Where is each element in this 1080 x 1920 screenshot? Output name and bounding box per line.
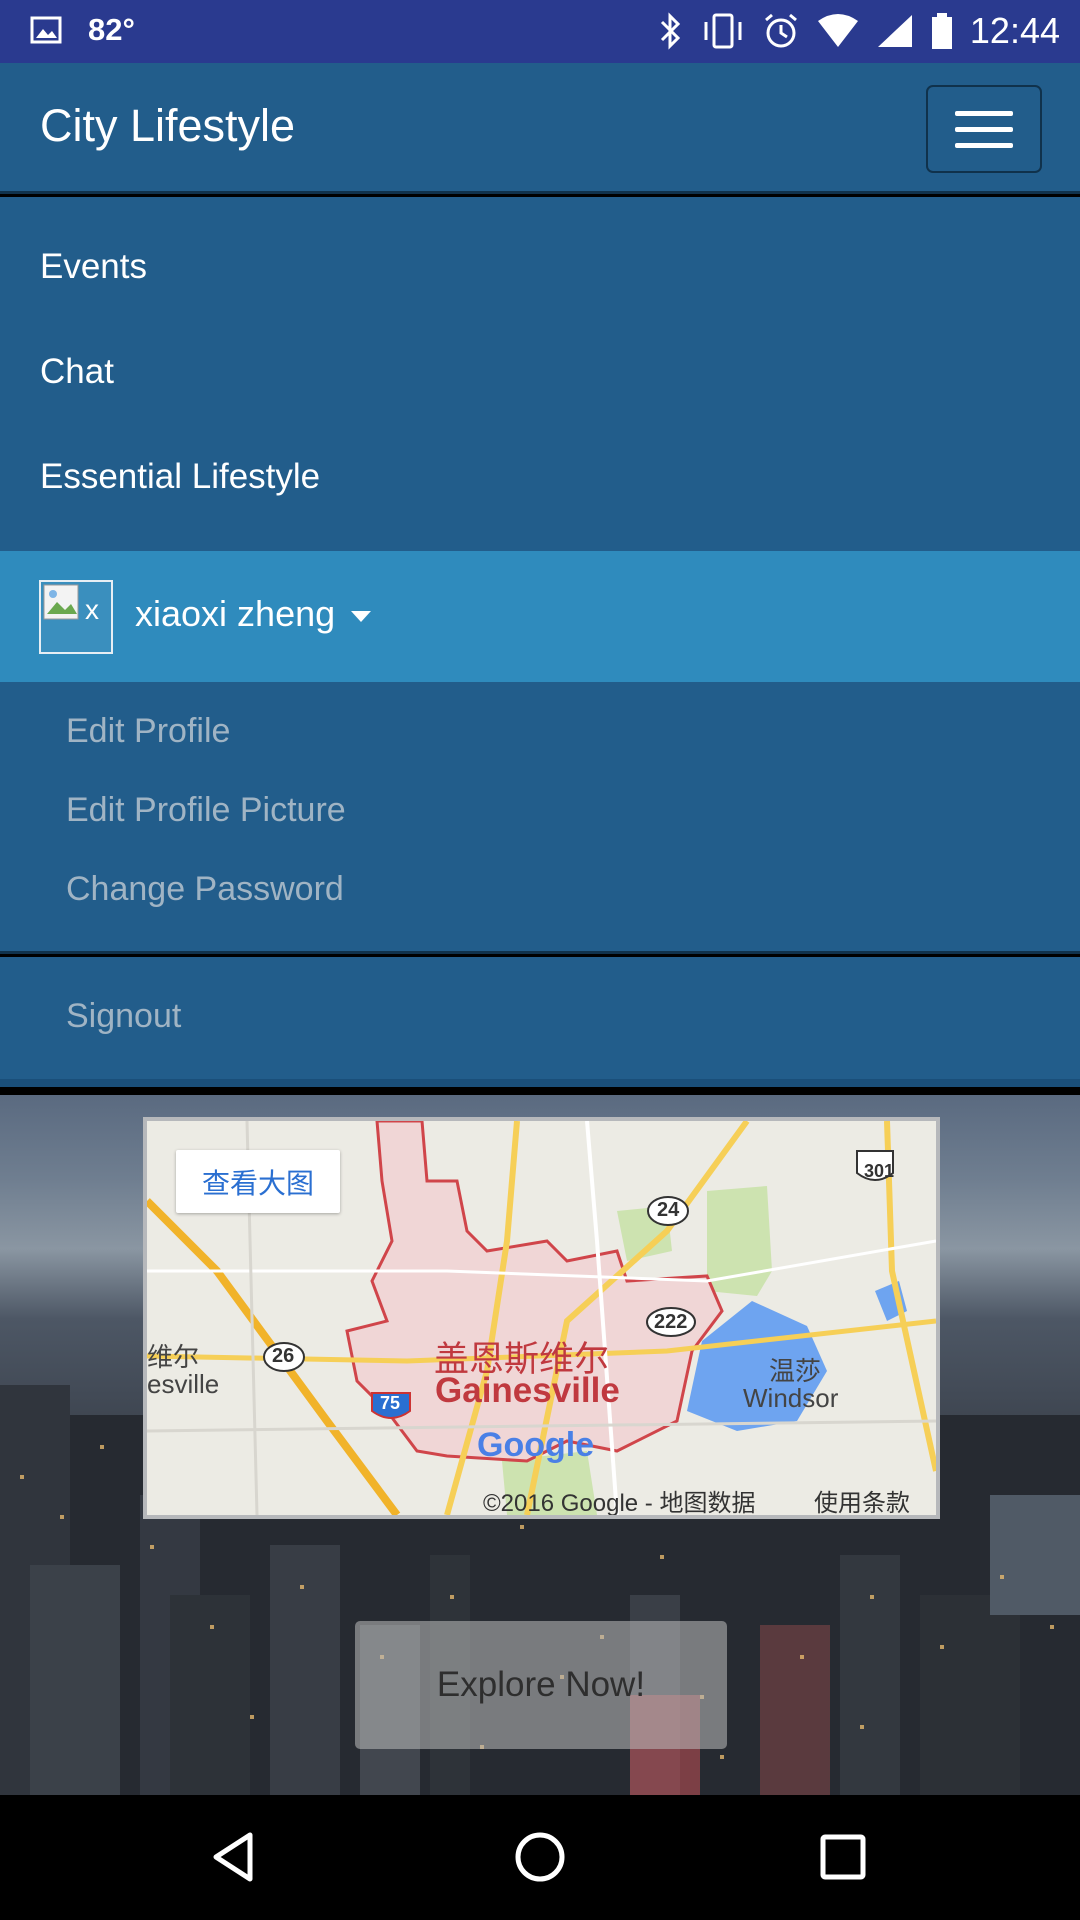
image-notification-icon	[30, 16, 62, 44]
nav-item-essential-lifestyle[interactable]: Essential Lifestyle	[40, 457, 320, 497]
map-label-left-en: esville	[147, 1369, 220, 1399]
map-terms-link[interactable]: 使用条款	[814, 1483, 910, 1515]
map-shield-label: 222	[654, 1311, 688, 1333]
map-shield-label: 75	[380, 1393, 401, 1413]
user-name: xiaoxi zheng	[135, 593, 336, 634]
hamburger-icon-bar	[955, 110, 1013, 116]
map-city-label-en: Gainesville	[435, 1371, 620, 1410]
explore-now-button[interactable]: Explore Now!	[355, 1621, 727, 1749]
nav-item-chat[interactable]: Chat	[40, 352, 114, 392]
map-shield-label: 301	[864, 1161, 895, 1181]
alarm-icon	[764, 13, 797, 48]
nav-item-events[interactable]: Events	[40, 247, 147, 287]
menu-item-change-password[interactable]: Change Password	[66, 870, 344, 909]
user-dropdown-toggle[interactable]: x xiaoxi zheng	[0, 551, 1080, 682]
temperature-text: 82°	[88, 12, 135, 47]
nav-menu: Events Chat Essential Lifestyle	[0, 197, 1080, 551]
map-shield-label: 26	[272, 1345, 295, 1367]
hamburger-icon-bar	[955, 126, 1013, 132]
wifi-icon	[817, 14, 858, 47]
avatar-alt-text: x	[85, 594, 99, 625]
back-icon[interactable]	[206, 1827, 266, 1887]
signout-section: Signout	[0, 957, 1080, 1087]
broken-image-icon	[43, 584, 79, 620]
home-icon[interactable]	[510, 1827, 570, 1887]
app-header: City Lifestyle	[0, 63, 1080, 194]
map-label-windsor-en: Windsor	[743, 1383, 839, 1413]
menu-item-signout[interactable]: Signout	[66, 997, 181, 1036]
map-credit-text: ©2016 Google - 地图数据	[483, 1490, 756, 1517]
avatar: x	[39, 580, 113, 654]
brand-title[interactable]: City Lifestyle	[40, 100, 295, 152]
caret-down-icon	[351, 611, 371, 622]
map-widget[interactable]: 301 24 222 26 75 维尔 esville 盖恩斯维尔 Gaines…	[143, 1117, 940, 1519]
system-nav-bar	[0, 1795, 1080, 1920]
status-bar: 82° 12:44	[0, 0, 1080, 63]
user-dropdown-menu: Edit Profile Edit Profile Picture Change…	[0, 682, 1080, 954]
clock-text: 12:44	[969, 10, 1060, 51]
bluetooth-icon	[660, 12, 681, 50]
map-shield-label: 24	[657, 1199, 680, 1221]
recents-icon[interactable]	[813, 1827, 873, 1887]
signal-icon	[877, 15, 912, 47]
battery-icon	[931, 13, 952, 49]
menu-item-edit-profile[interactable]: Edit Profile	[66, 712, 230, 751]
view-larger-map-button[interactable]: 查看大图	[176, 1150, 340, 1213]
google-logo: Google	[477, 1426, 595, 1464]
menu-toggle-button[interactable]	[926, 85, 1042, 173]
hamburger-icon-bar	[955, 142, 1013, 148]
vibrate-icon	[704, 13, 742, 49]
menu-item-edit-profile-picture[interactable]: Edit Profile Picture	[66, 791, 346, 830]
